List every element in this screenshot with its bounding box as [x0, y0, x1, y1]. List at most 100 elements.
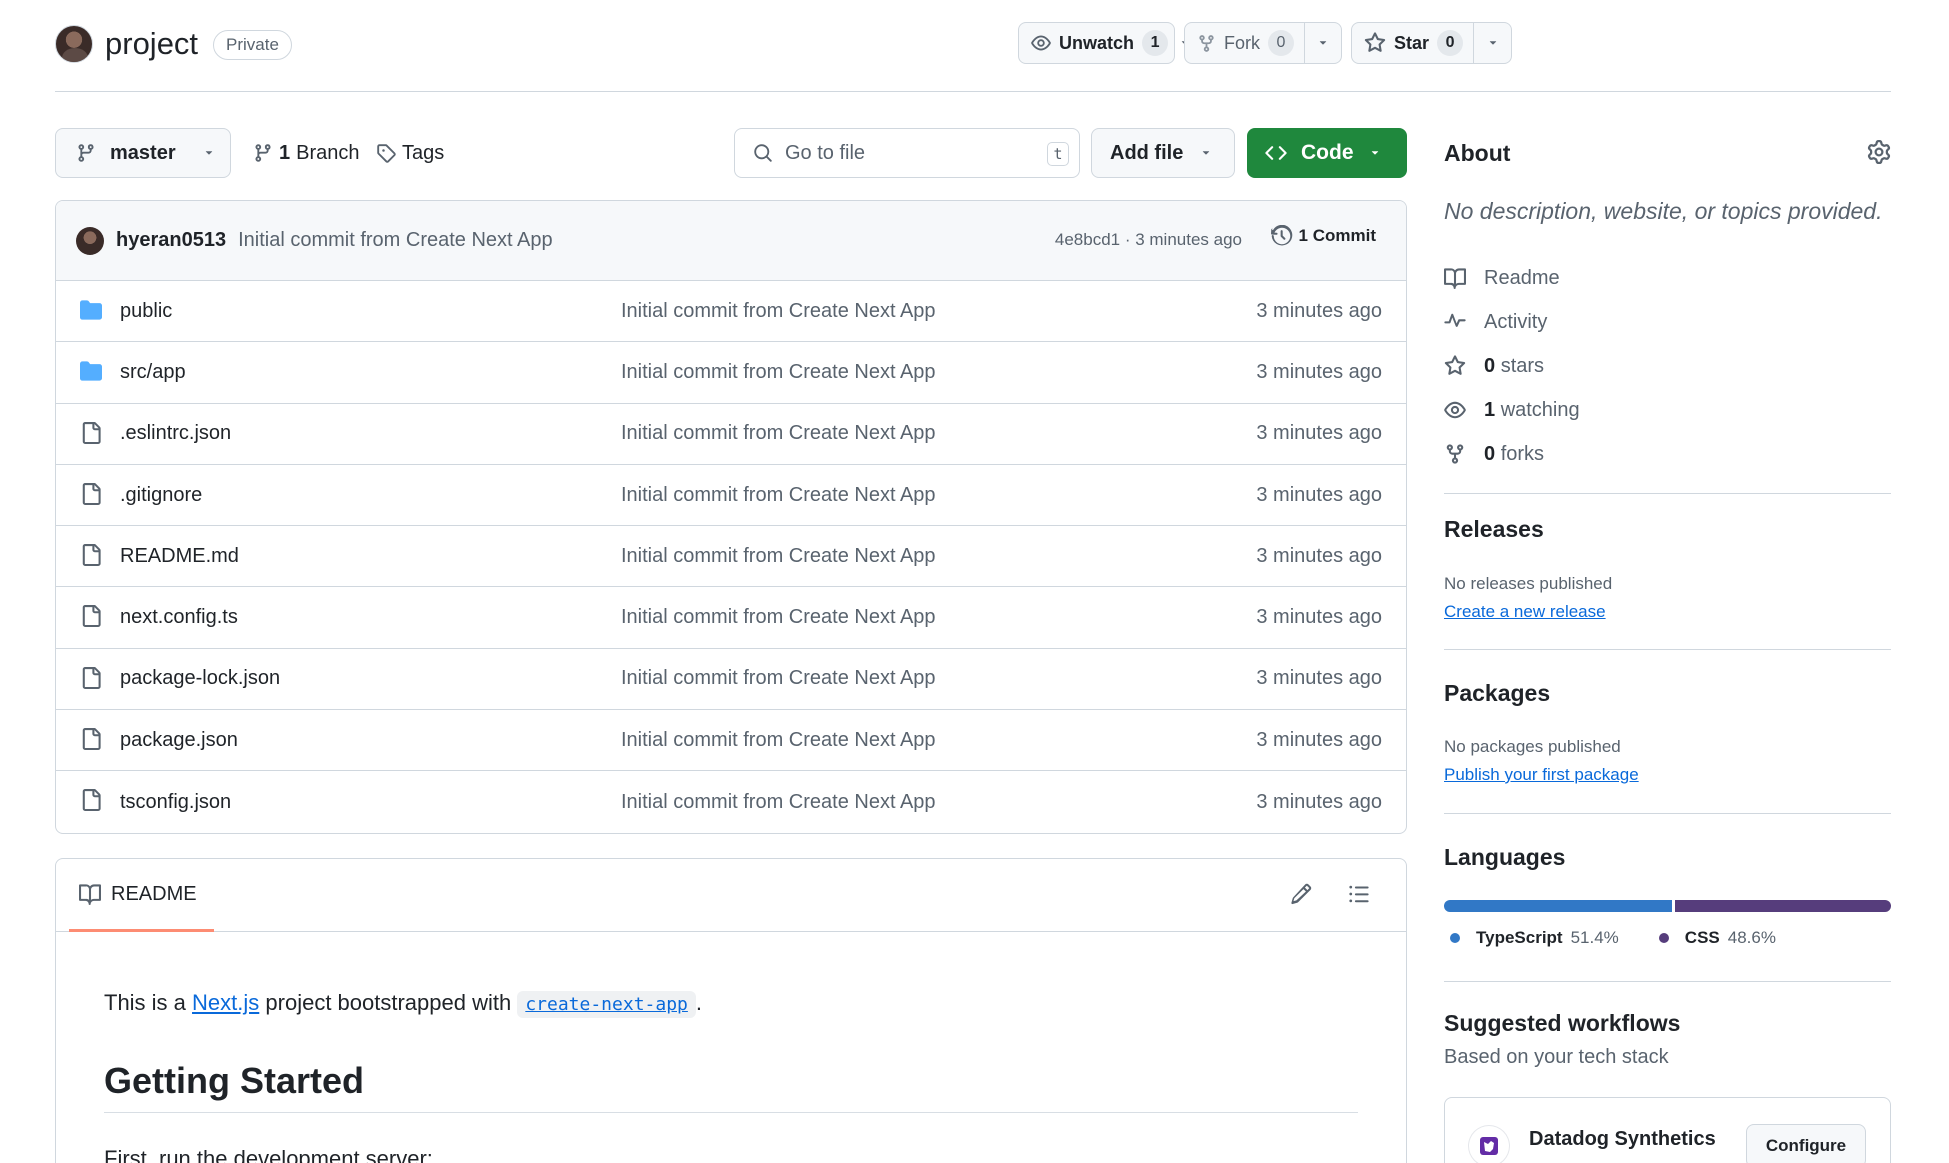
file-name[interactable]: package.json: [120, 729, 238, 752]
publish-package-link[interactable]: Publish your first package: [1444, 765, 1639, 785]
gear-icon[interactable]: [1867, 140, 1891, 164]
file-name[interactable]: tsconfig.json: [120, 791, 231, 814]
file-row[interactable]: .gitignore Initial commit from Create Ne…: [56, 465, 1406, 527]
file-row[interactable]: package-lock.json Initial commit from Cr…: [56, 649, 1406, 711]
create-release-link[interactable]: Create a new release: [1444, 602, 1606, 622]
branch-name: master: [110, 141, 176, 164]
language-item[interactable]: CSS 48.6%: [1653, 928, 1776, 948]
packages-title[interactable]: Packages: [1444, 680, 1550, 707]
readme-first-step: First, run the development server:: [104, 1146, 433, 1163]
file-row[interactable]: public Initial commit from Create Next A…: [56, 281, 1406, 343]
file-row[interactable]: tsconfig.json Initial commit from Create…: [56, 771, 1406, 832]
activity-link[interactable]: Activity: [1444, 300, 1580, 344]
fork-dropdown[interactable]: [1304, 23, 1341, 63]
file-commit-message[interactable]: Initial commit from Create Next App: [621, 606, 936, 629]
watchers-link[interactable]: 1 watching: [1444, 388, 1580, 432]
file-commit-time: 3 minutes ago: [1256, 667, 1382, 690]
file-row[interactable]: README.md Initial commit from Create Nex…: [56, 526, 1406, 588]
go-to-file-input[interactable]: Go to file t: [734, 128, 1080, 178]
forks-count: 0: [1484, 442, 1496, 465]
workflow-name: Datadog Synthetics: [1529, 1128, 1716, 1150]
code-label: Code: [1301, 141, 1354, 164]
pulse-icon: [1444, 311, 1466, 333]
file-table: hyeran0513 Initial commit from Create Ne…: [55, 200, 1407, 834]
watching-text: 1 watching: [1484, 399, 1580, 422]
file-commit-message[interactable]: Initial commit from Create Next App: [621, 791, 936, 814]
nextjs-link[interactable]: Next.js: [192, 990, 259, 1015]
commit-hash-time[interactable]: 4e8bcd1 · 3 minutes ago: [1055, 230, 1242, 250]
eye-icon: [1444, 399, 1466, 421]
file-name[interactable]: .eslintrc.json: [120, 422, 231, 445]
file-navigation: master 1 Branch Tags Go to file t Add fi…: [55, 128, 1407, 178]
readme-header: README: [56, 859, 1406, 932]
language-color-dot: [1658, 933, 1669, 943]
releases-title[interactable]: Releases: [1444, 516, 1544, 543]
code-icon: [1265, 142, 1287, 164]
packages-empty: No packages published: [1444, 737, 1621, 756]
author-avatar[interactable]: [76, 226, 104, 255]
forks-link[interactable]: 0 forks: [1444, 432, 1580, 476]
repo-name[interactable]: project: [105, 26, 198, 62]
file-name[interactable]: .gitignore: [120, 484, 202, 507]
commit-author[interactable]: hyeran0513: [116, 229, 226, 252]
file-row[interactable]: package.json Initial commit from Create …: [56, 710, 1406, 772]
file-commit-message[interactable]: Initial commit from Create Next App: [621, 361, 936, 384]
file-row[interactable]: src/app Initial commit from Create Next …: [56, 342, 1406, 404]
file-name[interactable]: package-lock.json: [120, 667, 280, 690]
watch-button-group: Unwatch 1: [1018, 22, 1189, 64]
branches-link[interactable]: 1 Branch: [253, 128, 360, 178]
about-description: No description, website, or topics provi…: [1444, 198, 1883, 224]
file-icon: [80, 605, 102, 628]
create-next-app-link[interactable]: create-next-app: [517, 990, 696, 1018]
commit-count-label: 1 Commit: [1298, 226, 1376, 245]
outline-list-icon[interactable]: [1348, 883, 1370, 905]
commit-message[interactable]: Initial commit from Create Next App: [238, 229, 553, 252]
suggested-workflows-title: Suggested workflows: [1444, 1010, 1681, 1036]
file-commit-message[interactable]: Initial commit from Create Next App: [621, 545, 936, 568]
file-row[interactable]: next.config.ts Initial commit from Creat…: [56, 587, 1406, 649]
create-next-app-code: create-next-app: [517, 991, 696, 1018]
tags-label: Tags: [402, 141, 445, 164]
pencil-icon[interactable]: [1290, 883, 1312, 905]
configure-button[interactable]: Configure: [1746, 1124, 1866, 1163]
tags-link[interactable]: Tags: [376, 128, 444, 178]
readme-link[interactable]: Readme: [1444, 256, 1580, 300]
commit-history-link[interactable]: 1 Commit: [1270, 225, 1376, 247]
tab-readme[interactable]: README: [69, 859, 214, 932]
file-name[interactable]: src/app: [120, 361, 186, 384]
file-commit-message[interactable]: Initial commit from Create Next App: [621, 484, 936, 507]
file-commit-time: 3 minutes ago: [1256, 483, 1382, 506]
stars-link[interactable]: 0 stars: [1444, 344, 1580, 388]
fork-icon: [1197, 34, 1216, 53]
branch-select-button[interactable]: master: [55, 128, 231, 178]
eye-icon: [1031, 33, 1051, 53]
watching-label: watching: [1500, 398, 1580, 421]
releases-empty: No releases published: [1444, 574, 1613, 593]
file-row[interactable]: .eslintrc.json Initial commit from Creat…: [56, 404, 1406, 465]
language-item[interactable]: TypeScript 51.4%: [1444, 928, 1619, 948]
file-icon: [80, 482, 102, 505]
owner-avatar[interactable]: [55, 25, 93, 63]
readme-panel: README This is a Next.js project bootstr…: [55, 858, 1407, 1163]
star-button[interactable]: Star 0: [1352, 23, 1473, 63]
caret-down-icon: [202, 146, 216, 160]
file-commit-message[interactable]: Initial commit from Create Next App: [621, 422, 936, 445]
file-commit-message[interactable]: Initial commit from Create Next App: [621, 667, 936, 690]
star-dropdown[interactable]: [1473, 23, 1511, 63]
file-name[interactable]: next.config.ts: [120, 606, 238, 629]
keyboard-shortcut-hint: t: [1047, 142, 1069, 166]
unwatch-button[interactable]: Unwatch 1: [1019, 23, 1178, 63]
sidebar-divider: [1444, 493, 1891, 494]
branch-icon: [253, 143, 273, 163]
file-commit-message[interactable]: Initial commit from Create Next App: [621, 729, 936, 752]
file-commit-message[interactable]: Initial commit from Create Next App: [621, 300, 936, 323]
file-name[interactable]: README.md: [120, 545, 239, 568]
code-button[interactable]: Code: [1247, 128, 1407, 178]
stars-text: 0 stars: [1484, 355, 1544, 378]
suggested-workflows-subtitle: Based on your tech stack: [1444, 1046, 1669, 1068]
fork-label: Fork: [1224, 32, 1260, 53]
file-icon: [80, 544, 102, 567]
add-file-button[interactable]: Add file: [1091, 128, 1235, 178]
fork-button[interactable]: Fork 0: [1185, 23, 1304, 63]
file-name[interactable]: public: [120, 300, 172, 323]
